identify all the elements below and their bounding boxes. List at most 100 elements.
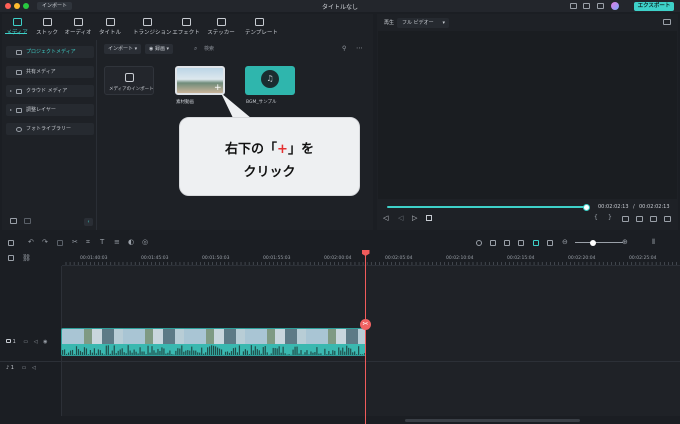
tab-stock[interactable]: ストック bbox=[33, 18, 61, 36]
fullscreen-icon[interactable] bbox=[664, 216, 671, 222]
add-track-icon[interactable] bbox=[8, 255, 14, 261]
preview-label: 再生 bbox=[384, 20, 395, 26]
tab-audio[interactable]: オーディオ bbox=[64, 18, 92, 36]
layout-icon[interactable] bbox=[597, 3, 604, 9]
tab-template[interactable]: テンプレート bbox=[245, 18, 278, 36]
snap-icon[interactable] bbox=[547, 240, 553, 246]
media-item-video[interactable]: + bbox=[175, 66, 225, 95]
delete-icon[interactable] bbox=[57, 240, 63, 246]
folder-icon[interactable] bbox=[24, 218, 31, 224]
filter-icon[interactable]: ⚲ bbox=[342, 45, 346, 52]
play-icon[interactable]: ▷ bbox=[412, 214, 417, 222]
collapse-sidebar-icon[interactable]: ‹ bbox=[84, 218, 93, 226]
chevron-right-icon[interactable]: ▸ bbox=[10, 104, 12, 116]
tooltip-line-1: 右下の「+」を bbox=[225, 142, 314, 157]
avatar[interactable] bbox=[611, 2, 619, 10]
preview-screen[interactable] bbox=[378, 31, 677, 199]
text-tool-icon[interactable]: T bbox=[100, 238, 104, 246]
search-input[interactable]: 検索 bbox=[204, 44, 214, 54]
import-dropdown[interactable]: インポート ▾ bbox=[104, 44, 142, 54]
sort-dropdown[interactable]: ◉ 録画 ▾ bbox=[145, 44, 174, 54]
sidebar-item-cloud-media[interactable]: ▸ クラウド メディア bbox=[6, 85, 94, 97]
shield-icon[interactable] bbox=[490, 240, 496, 246]
grid-icon[interactable] bbox=[8, 240, 14, 246]
more-options-icon[interactable]: ⋯ bbox=[356, 44, 363, 52]
photo-library-icon bbox=[16, 126, 22, 132]
mark-out-icon[interactable]: } bbox=[608, 214, 612, 221]
total-time: 00:02:02:13 bbox=[639, 204, 670, 210]
folder-icon[interactable]: ▭ bbox=[22, 365, 27, 371]
music-note-icon: ♫ bbox=[261, 70, 279, 88]
folder-icon[interactable]: ▭ bbox=[23, 339, 28, 345]
layout-columns-icon[interactable]: ⦀ bbox=[652, 238, 655, 247]
volume-icon[interactable] bbox=[650, 216, 657, 222]
step-back-icon[interactable]: ◁ bbox=[383, 214, 388, 222]
timeline-zoom-knob[interactable] bbox=[590, 239, 596, 246]
display-icon[interactable] bbox=[622, 216, 629, 222]
speed-icon[interactable]: ◎ bbox=[142, 238, 148, 246]
new-folder-icon[interactable] bbox=[10, 218, 17, 224]
tab-effect[interactable]: エフェクト bbox=[172, 18, 200, 36]
mark-in-icon[interactable]: { bbox=[594, 214, 598, 221]
preview-quality-dropdown[interactable]: フル ビデオー ▾ bbox=[397, 18, 449, 28]
visibility-icon[interactable]: ◉ bbox=[43, 339, 47, 345]
timeline-ruler[interactable]: 00:01:40:03 00:01:45:03 00:01:50:03 00:0… bbox=[62, 252, 680, 266]
timeline-zoom-slider[interactable] bbox=[575, 242, 623, 243]
tooltip-line-2: クリック bbox=[243, 165, 296, 180]
ruler-tick-label: 00:02:00:04 bbox=[324, 256, 352, 261]
export-button[interactable]: エクスポート bbox=[634, 1, 674, 11]
tab-transition[interactable]: トランジション bbox=[133, 18, 172, 36]
sticker-icon bbox=[216, 18, 226, 26]
sidebar-item-photo-library[interactable]: フォトライブラリー bbox=[6, 123, 94, 135]
folder-icon bbox=[16, 88, 22, 94]
snapshot-icon[interactable] bbox=[663, 19, 671, 25]
undo-icon[interactable]: ↶ bbox=[28, 238, 34, 246]
ruler-tick-label: 00:01:55:03 bbox=[263, 256, 291, 261]
folder-icon bbox=[16, 69, 22, 75]
scissors-icon[interactable]: ✂ bbox=[72, 238, 78, 246]
rewind-icon[interactable]: ◁ bbox=[398, 214, 403, 222]
audio-toggle-icon[interactable]: ◁ bbox=[32, 365, 36, 371]
track-list-icon[interactable] bbox=[518, 240, 524, 246]
link-icon[interactable]: ⛓ bbox=[22, 254, 31, 262]
playhead-line[interactable] bbox=[365, 251, 366, 424]
text-icon bbox=[105, 18, 115, 26]
import-media-tile[interactable]: メディアのインポート bbox=[104, 66, 154, 95]
ruler-tick-label: 00:01:45:03 bbox=[141, 256, 169, 261]
tab-sticker[interactable]: ステッカー bbox=[207, 18, 235, 36]
stock-icon bbox=[42, 18, 52, 26]
chevron-right-icon[interactable]: ▸ bbox=[10, 85, 12, 97]
download-icon[interactable] bbox=[583, 3, 590, 9]
media-item-audio[interactable]: ♫ bbox=[245, 66, 295, 95]
add-to-timeline-plus-icon[interactable]: + bbox=[214, 84, 223, 93]
ai-icon[interactable] bbox=[533, 240, 539, 246]
zoom-in-icon[interactable]: ⊕ bbox=[622, 238, 628, 246]
cloud-icon[interactable] bbox=[570, 3, 577, 9]
tab-title[interactable]: タイトル bbox=[96, 18, 124, 36]
microphone-icon[interactable] bbox=[504, 240, 510, 246]
ruler-tick-label: 00:01:50:03 bbox=[202, 256, 230, 261]
ruler-tick-label: 00:01:40:03 bbox=[80, 256, 108, 261]
sidebar-item-shared-media[interactable]: 共有メディア bbox=[6, 66, 94, 78]
transition-icon bbox=[142, 18, 152, 26]
crop-icon[interactable]: ⌗ bbox=[86, 238, 90, 247]
render-icon[interactable] bbox=[476, 240, 482, 246]
timeline-scrollbar[interactable] bbox=[405, 419, 580, 422]
adjust-icon[interactable]: ≡ bbox=[114, 238, 120, 246]
camera-icon[interactable] bbox=[636, 216, 643, 222]
video-track-header: 1 ▭ ◁ ◉ bbox=[6, 339, 48, 345]
redo-icon[interactable]: ↷ bbox=[42, 238, 48, 246]
effect-sparkle-icon bbox=[181, 18, 191, 26]
sidebar-item-adjustment-layer[interactable]: ▸ 調整レイヤー bbox=[6, 104, 94, 116]
sidebar-item-project-media[interactable]: プロジェクトメディア bbox=[6, 46, 94, 58]
clip-waveform bbox=[62, 345, 365, 355]
mask-icon[interactable]: ◐ bbox=[128, 238, 134, 246]
preview-progress-bar[interactable] bbox=[387, 206, 586, 208]
stop-icon[interactable] bbox=[426, 215, 432, 221]
split-scissors-icon[interactable]: ✂ bbox=[360, 319, 371, 330]
timeline-video-clip[interactable] bbox=[61, 328, 366, 356]
audio-toggle-icon[interactable]: ◁ bbox=[34, 339, 38, 345]
zoom-out-icon[interactable]: ⊖ bbox=[562, 238, 568, 246]
preview-progress-knob[interactable] bbox=[583, 203, 590, 211]
folder-icon bbox=[16, 107, 22, 113]
